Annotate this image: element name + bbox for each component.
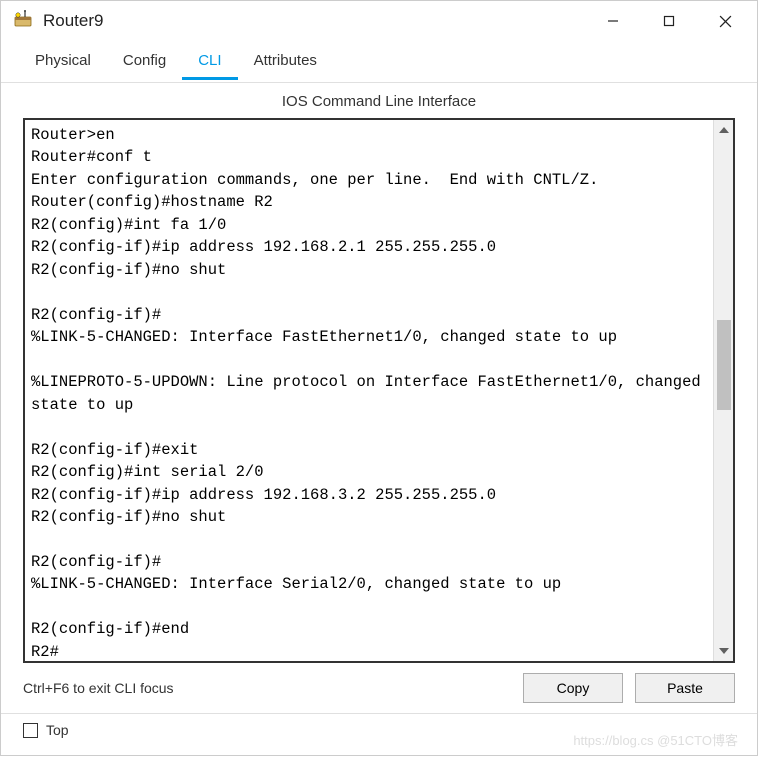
copy-button[interactable]: Copy bbox=[523, 673, 623, 703]
window-controls bbox=[585, 3, 753, 39]
scroll-up-arrow[interactable] bbox=[714, 120, 734, 140]
top-checkbox[interactable] bbox=[23, 723, 38, 738]
tab-physical[interactable]: Physical bbox=[19, 44, 107, 80]
scroll-thumb[interactable] bbox=[717, 320, 731, 410]
maximize-button[interactable] bbox=[641, 3, 697, 39]
paste-button[interactable]: Paste bbox=[635, 673, 735, 703]
tab-bar: Physical Config CLI Attributes bbox=[1, 41, 757, 83]
tab-config[interactable]: Config bbox=[107, 44, 182, 80]
router-icon bbox=[11, 9, 35, 33]
scroll-down-arrow[interactable] bbox=[714, 641, 734, 661]
window-title: Router9 bbox=[43, 11, 585, 31]
scrollbar[interactable] bbox=[713, 120, 733, 661]
action-bar: Ctrl+F6 to exit CLI focus Copy Paste bbox=[1, 663, 757, 713]
titlebar[interactable]: Router9 bbox=[1, 1, 757, 41]
tab-attributes[interactable]: Attributes bbox=[238, 44, 333, 80]
app-window: Router9 Physical Config CLI Attributes I… bbox=[0, 0, 758, 756]
minimize-button[interactable] bbox=[585, 3, 641, 39]
footer: Top bbox=[1, 713, 757, 746]
top-label: Top bbox=[46, 722, 69, 738]
tab-cli[interactable]: CLI bbox=[182, 44, 237, 80]
cli-heading: IOS Command Line Interface bbox=[1, 83, 757, 118]
cli-hint: Ctrl+F6 to exit CLI focus bbox=[23, 680, 511, 696]
cli-terminal[interactable]: Router>en Router#conf t Enter configurat… bbox=[25, 120, 713, 661]
close-button[interactable] bbox=[697, 3, 753, 39]
cli-container: Router>en Router#conf t Enter configurat… bbox=[23, 118, 735, 663]
